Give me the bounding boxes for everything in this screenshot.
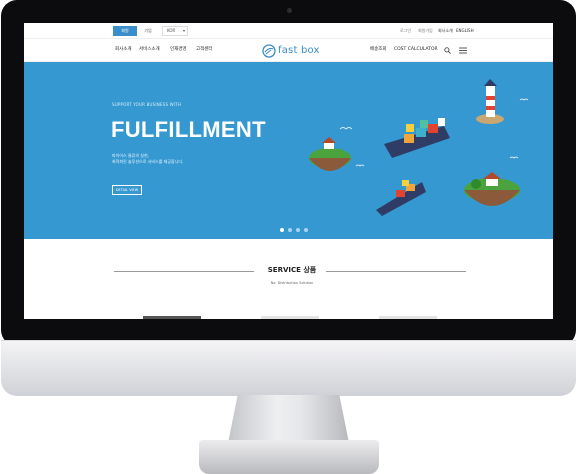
monitor-stand-base (199, 440, 379, 474)
service-card-1[interactable] (143, 316, 201, 319)
utility-bar: 회원 기업 KOR ▾ 로그인 회원가입 회사소개 ENGLISH (24, 23, 553, 39)
slider-dot-1[interactable] (280, 228, 284, 232)
island-left (309, 137, 351, 171)
camera-icon (287, 8, 292, 13)
nav-item-tracking[interactable]: 배송조회 (370, 45, 387, 55)
bird-icon (509, 156, 519, 159)
tab-company[interactable]: 기업 (139, 26, 157, 36)
nav-item-support[interactable]: 고객센터 (196, 45, 213, 55)
container-ship-large (384, 118, 450, 158)
login-link[interactable]: 로그인 (400, 26, 411, 36)
logo-globe-icon (262, 43, 276, 58)
hero-title: FULFILLMENT (111, 117, 266, 142)
logistics-illustration (309, 79, 529, 216)
service-section-subtitle: No. Distribution Solution (270, 281, 314, 285)
lighthouse-island (476, 79, 504, 124)
imac-mockup: 회원 기업 KOR ▾ 로그인 회원가입 회사소개 ENGLISH 회사소개 서… (0, 0, 577, 474)
nav-item-company[interactable]: 회사소개 (115, 45, 132, 55)
search-icon[interactable] (444, 47, 451, 54)
monitor-stand-neck (228, 395, 349, 443)
slider-dot-2[interactable] (288, 228, 292, 232)
chevron-down-icon: ▾ (182, 28, 185, 33)
signup-link[interactable]: 회원가입 (418, 26, 433, 36)
hero-description: 파이어스 물류의 실현, 최적화된 솔루션으로 서비스를 제공합니다. (112, 153, 183, 165)
divider-left (114, 271, 254, 272)
bird-icon (355, 164, 365, 167)
nav-item-cost-calculator[interactable]: COST CALCULATOR (394, 45, 438, 55)
hero-kicker: SUPPORT YOUR BUSINESS WITH (112, 102, 182, 107)
nav-item-service[interactable]: 서비스소개 (139, 45, 160, 55)
slider-dot-4[interactable] (304, 228, 308, 232)
company-link[interactable]: 회사소개 (438, 26, 453, 36)
monitor-chin (1, 340, 576, 396)
slider-dot-3[interactable] (296, 228, 300, 232)
hero-desc-line-2: 최적화된 솔루션으로 서비스를 제공합니다. (112, 159, 184, 164)
hero-banner: SUPPORT YOUR BUSINESS WITH FULFILLMENT 파… (24, 62, 553, 239)
bird-icon (519, 98, 529, 101)
service-card-3[interactable] (379, 316, 437, 319)
slider-pagination (280, 228, 308, 232)
language-select[interactable]: KOR ▾ (162, 26, 188, 36)
bird-icon (339, 127, 353, 130)
tab-member[interactable]: 회원 (113, 26, 137, 36)
english-link[interactable]: ENGLISH (456, 26, 474, 36)
main-nav: 회사소개 서비스소개 인재경영 고객센터 fast box 배송조회 COST … (24, 39, 553, 62)
island-right (464, 172, 520, 206)
service-card-2[interactable] (261, 316, 319, 319)
website-screen: 회원 기업 KOR ▾ 로그인 회원가입 회사소개 ENGLISH 회사소개 서… (24, 23, 553, 319)
site-logo[interactable]: fast box (262, 42, 320, 59)
divider-right (326, 271, 466, 272)
menu-icon[interactable] (459, 47, 467, 54)
logo-text: fast box (278, 45, 320, 56)
language-select-value: KOR (167, 28, 176, 33)
container-ship-small (376, 180, 426, 216)
detail-view-button[interactable]: DETAIL VIEW (112, 185, 142, 195)
nav-item-recruit[interactable]: 인재경영 (170, 45, 187, 55)
service-section-title: SERVICE 상품 (267, 266, 317, 274)
